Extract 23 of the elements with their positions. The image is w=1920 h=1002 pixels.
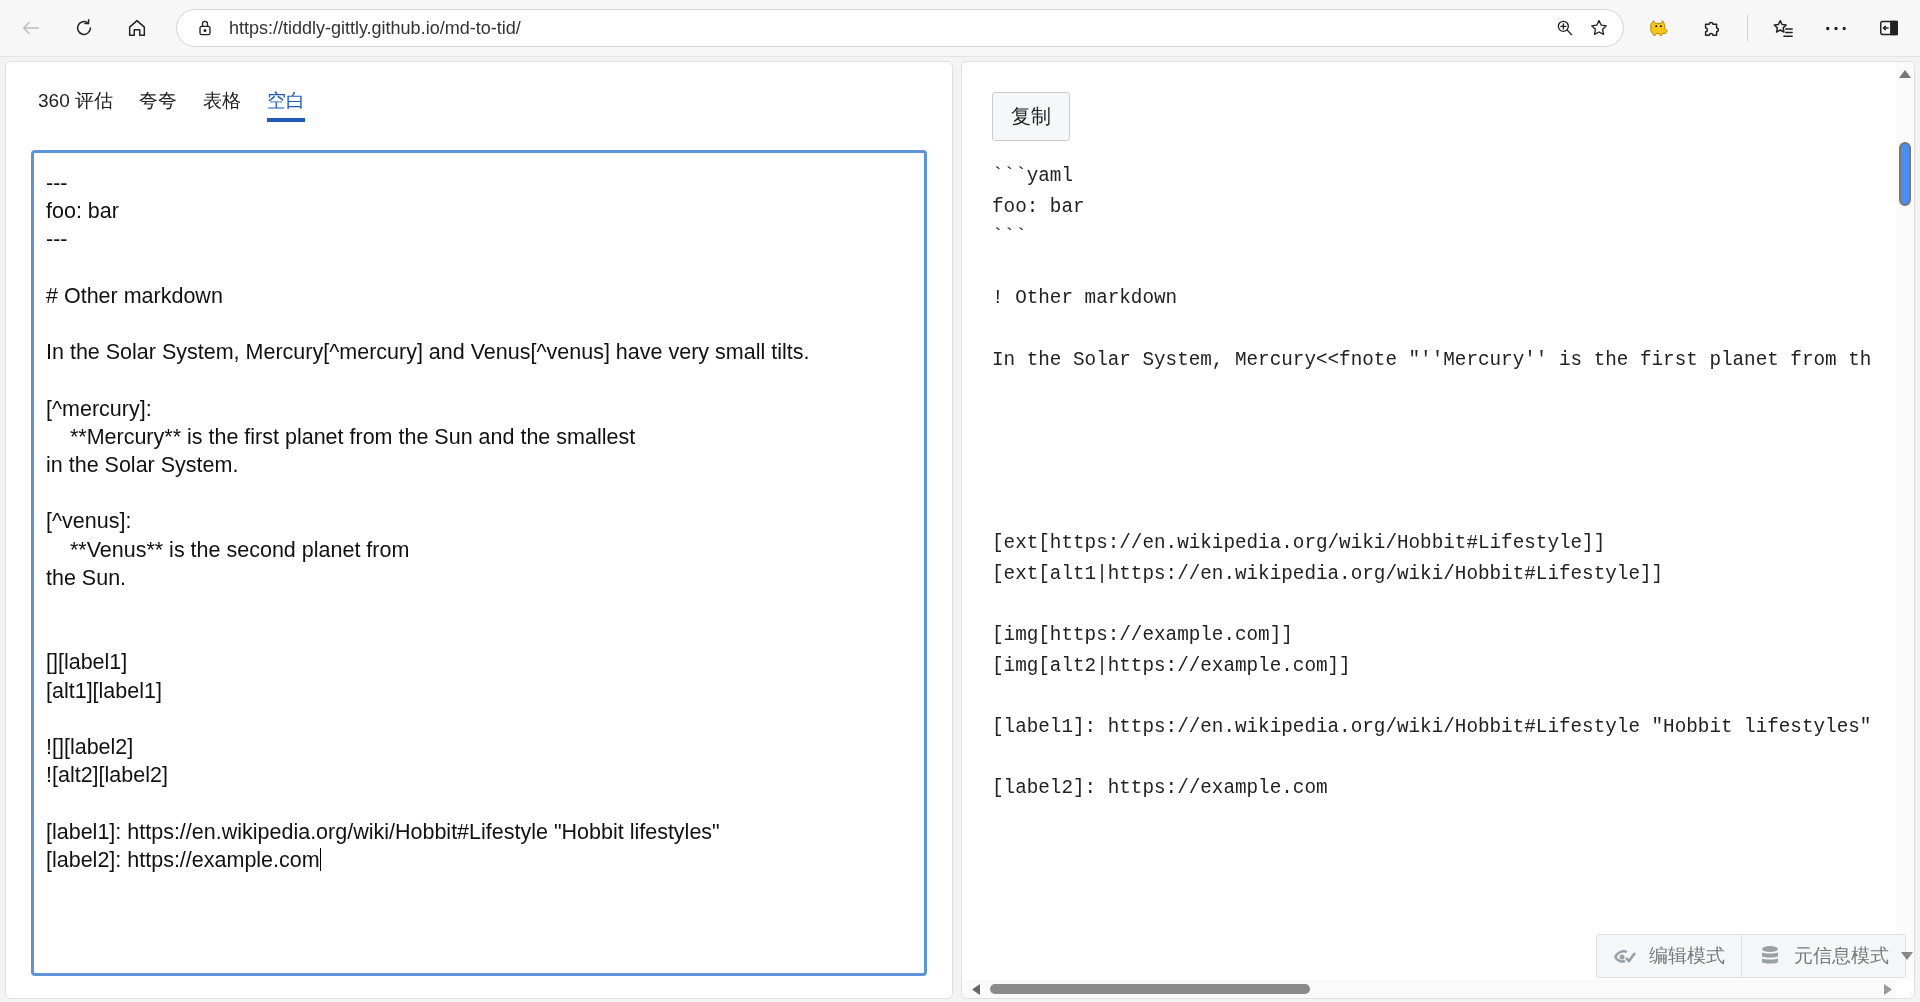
dropdown-triangle-icon[interactable] [1901, 952, 1913, 960]
more-icon [1826, 25, 1847, 31]
scroll-up-arrow-icon[interactable] [1899, 70, 1911, 78]
cat-icon [1648, 17, 1671, 39]
tab[interactable]: 空白 [267, 88, 305, 122]
scrollbar-thumb[interactable] [1899, 142, 1911, 206]
markdown-input-field[interactable]: --- foo: bar --- # Other markdown In the Solar System, Mercury[^mercury] and Venus[^venus] have very small tilts. [^mercury]: **Mercury** is the first planet from the Sun and the smallest in the Solar System. [^venus]: **Venus** is the second planet from the Sun. [][label1] [alt1][label1] ![][label2] ![alt2][label2] [label1]: https://en.wikipedia.org/wiki/Hobbit#Lifestyle "Hobbit lifestyles" [label2]: https://example.com [31, 150, 927, 976]
url-text: https://tiddly-gittly.github.io/md-to-tid/ [228, 17, 522, 39]
tab[interactable]: 表格 [203, 88, 241, 122]
mode-button[interactable]: 编辑模式 [1597, 935, 1741, 977]
tab[interactable]: 360 评估 [38, 88, 113, 122]
scrollbar-thumb[interactable] [990, 984, 1310, 994]
address-bar[interactable]: https://tiddly-gittly.github.io/md-to-tid/ [175, 9, 1624, 47]
converted-output-text: ```yaml foo: bar ``` ! Other markdown In the Solar System, Mercury<<fnote "''Mercury'' is the first planet from th [ext[https://en.wikipedia.org/wiki/Hobbit#Lifestyle]] [ext[alt1|https://en.wikipedia.org/wiki/Hobbit#Lifestyle]] [img[https://example.com]] [img[alt2|https://example.com]] [label1]: https://en.wikipedia.org/wiki/Hobbit#Lifestyle "Hobbit lifestyles" [label2]: https://example.com [992, 164, 1873, 801]
star-list-icon [1772, 17, 1795, 39]
tab[interactable]: 夸夸 [139, 88, 177, 122]
mode-button[interactable]: 元信息模式 [1741, 935, 1905, 977]
scroll-right-arrow-icon[interactable] [1884, 984, 1892, 995]
star-icon [1588, 18, 1609, 38]
mode-label: 编辑模式 [1649, 944, 1725, 968]
mode-label: 元信息模式 [1794, 944, 1889, 968]
copy-button[interactable]: 复制 [992, 92, 1070, 141]
scroll-left-arrow-icon[interactable] [972, 984, 980, 995]
